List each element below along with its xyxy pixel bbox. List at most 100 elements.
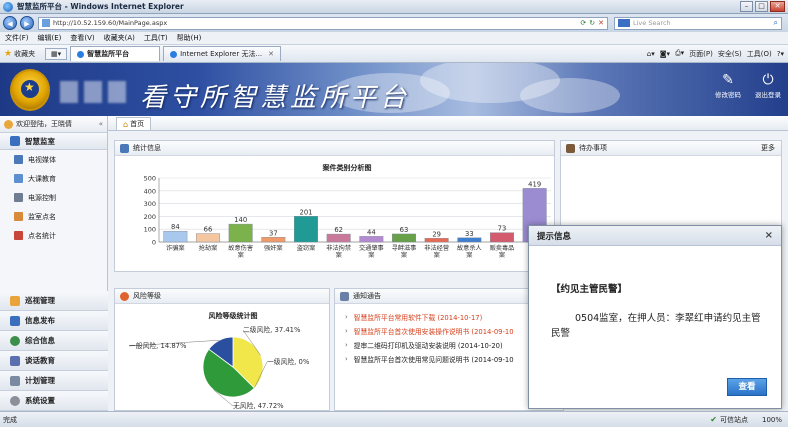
sidebar-section-label: 系统设置 — [25, 396, 55, 405]
sidebar-section-settings[interactable]: 系统设置 — [0, 391, 108, 411]
favorites-label[interactable]: 收藏夹 — [14, 49, 35, 59]
home-tab-icon: ⌂ — [123, 119, 129, 129]
roll-call-icon — [14, 212, 23, 221]
menu-favorites[interactable]: 收藏夹(A) — [104, 33, 135, 43]
risk-panel-title: 风险等级 — [133, 292, 161, 300]
alert-dialog-header: 提示信息 × — [529, 226, 781, 246]
sidebar-section-general-info[interactable]: 综合信息 — [0, 331, 108, 351]
bar-value-label: 140 — [234, 216, 247, 224]
x-tick-label: 贩卖毒品 — [490, 244, 515, 252]
sidebar-item-tv-media[interactable]: 电视媒体 — [0, 150, 107, 169]
sidebar-item-roll-call-stats[interactable]: 点名统计 — [0, 226, 107, 245]
sidebar-section-label: 巡视管理 — [25, 296, 55, 305]
print-icon[interactable]: ⎙▾ — [675, 49, 684, 58]
home-tab-label: 首页 — [130, 120, 145, 128]
search-icon[interactable]: ⌕ — [774, 18, 778, 28]
bar — [261, 237, 286, 243]
tab-page-icon — [170, 50, 178, 58]
risk-panel: 风险等级 风险等级统计图 二级风险, 37.41% 一级风险, 0% 无风险, 47… — [114, 288, 330, 411]
close-tab-icon[interactable]: ✕ — [268, 50, 274, 58]
change-password-button[interactable]: ✎ 修改密码 — [708, 71, 748, 99]
stats-panel-title: 统计信息 — [133, 144, 161, 152]
safety-menu[interactable]: 安全(S) — [718, 49, 742, 59]
collapse-sidebar-icon[interactable]: « — [99, 120, 103, 128]
live-search-icon — [618, 19, 630, 27]
sidebar-section-patrol[interactable]: 巡视管理 — [0, 291, 108, 311]
sidebar-section-info-publish[interactable]: 信息发布 — [0, 311, 108, 331]
publish-icon — [10, 315, 20, 326]
search-input[interactable]: Live Search ⌕ — [614, 16, 782, 30]
home-icon[interactable]: ⌂▾ — [647, 50, 655, 58]
x-tick-label: 案 — [499, 251, 506, 259]
y-tick-label: 300 — [144, 200, 156, 208]
status-bar: 完成 ✔ 可信站点 100% — [0, 411, 788, 427]
chart-title: 案件类别分析图 — [323, 163, 372, 172]
ie-logo-icon — [3, 1, 13, 12]
close-window-button[interactable]: ✕ — [770, 1, 785, 12]
menu-view[interactable]: 查看(V) — [70, 33, 94, 43]
todo-panel-header: 待办事项 更多 — [561, 141, 781, 156]
logout-button[interactable]: ⏻ 退出登录 — [748, 71, 788, 99]
sidebar-item-power-control[interactable]: 电源控制 — [0, 188, 107, 207]
stop-icon[interactable]: ✕ — [598, 19, 604, 27]
alert-dialog-title: 提示信息 — [537, 231, 572, 242]
window-titlebar: 智慧监所平台 - Windows Internet Explorer – □ ✕ — [0, 0, 788, 14]
redacted-block — [108, 81, 126, 103]
menu-bar: 文件(F) 编辑(E) 查看(V) 收藏夹(A) 工具(T) 帮助(H) — [0, 32, 788, 45]
redacted-block — [84, 81, 102, 103]
pie-icon — [120, 291, 129, 301]
favorites-star-icon[interactable]: ★ — [4, 49, 12, 59]
view-button[interactable]: 查看 — [727, 378, 767, 396]
notice-panel-title: 通知通告 — [353, 292, 381, 300]
chart-icon — [120, 143, 129, 153]
search-placeholder: Live Search — [633, 19, 671, 27]
compat-icon[interactable]: ⟳ — [580, 19, 586, 27]
bar — [294, 216, 318, 243]
menu-edit[interactable]: 编辑(E) — [38, 33, 62, 43]
bar — [457, 237, 482, 243]
sidebar: 欢迎登陆，王晓倩 « 智慧监室 电视媒体 大课教育 电源控制 监室点名 点名统计… — [0, 116, 108, 411]
sidebar-item-roll-call[interactable]: 监室点名 — [0, 207, 107, 226]
bar-value-label: 29 — [432, 230, 441, 238]
refresh-icon[interactable]: ↻ — [589, 19, 595, 27]
chevron-right-icon: › — [345, 327, 348, 335]
x-tick-label: 非法经营 — [424, 244, 449, 252]
sidebar-section-label: 综合信息 — [25, 336, 55, 345]
bar — [424, 238, 449, 243]
minimize-button[interactable]: – — [740, 1, 753, 12]
page-icon — [42, 19, 50, 27]
x-tick-label: 案 — [434, 251, 441, 259]
browser-tab[interactable]: Internet Explorer 无法... ✕ — [163, 46, 282, 61]
address-input[interactable]: http://10.52.159.60/MainPage.aspx ⟳ ↻ ✕ — [38, 16, 608, 30]
todo-more-link[interactable]: 更多 — [761, 143, 775, 153]
bar — [228, 223, 253, 243]
zoom-level[interactable]: 100% — [762, 416, 782, 424]
risk-level-pie-chart: 风险等级统计图 二级风险, 37.41% 一级风险, 0% 无风险, 47.72% 一… — [128, 311, 310, 410]
close-icon[interactable]: × — [765, 230, 773, 241]
feeds-icon[interactable]: ◙▾ — [660, 50, 670, 58]
welcome-bar: 欢迎登陆，王晓倩 « — [0, 116, 107, 133]
sidebar-section-talk-education[interactable]: 谈话教育 — [0, 351, 108, 371]
quick-tabs-button[interactable]: ▦▾ — [45, 47, 68, 60]
pie-slice-label: 一般风险, 14.87% — [129, 341, 187, 350]
x-tick-label: 强奸案 — [264, 244, 283, 252]
tab-home[interactable]: ⌂ 首页 — [116, 117, 152, 130]
sidebar-item-class-education[interactable]: 大课教育 — [0, 169, 107, 188]
monitor-icon — [14, 174, 23, 183]
back-button[interactable]: ◀ — [3, 16, 17, 30]
tools-menu[interactable]: 工具(O) — [747, 49, 772, 59]
notice-text: 提审二维码打印机及驱动安装说明 (2014-10-20) — [353, 342, 503, 350]
menu-tools[interactable]: 工具(T) — [144, 33, 168, 43]
sidebar-section-smart-cell[interactable]: 智慧监室 — [0, 133, 107, 150]
sidebar-section-plan[interactable]: 计划管理 — [0, 371, 108, 391]
forward-button[interactable]: ▶ — [20, 16, 34, 30]
stats-icon — [14, 231, 23, 240]
security-zone[interactable]: ✔ 可信站点 — [710, 415, 748, 425]
browser-tab-active[interactable]: 智慧监所平台 — [70, 46, 161, 61]
power-icon: ⏻ — [762, 72, 774, 88]
page-menu[interactable]: 页面(P) — [689, 49, 713, 59]
help-icon[interactable]: ?▾ — [777, 50, 784, 58]
menu-file[interactable]: 文件(F) — [5, 33, 29, 43]
maximize-button[interactable]: □ — [755, 1, 768, 12]
menu-help[interactable]: 帮助(H) — [177, 33, 202, 43]
